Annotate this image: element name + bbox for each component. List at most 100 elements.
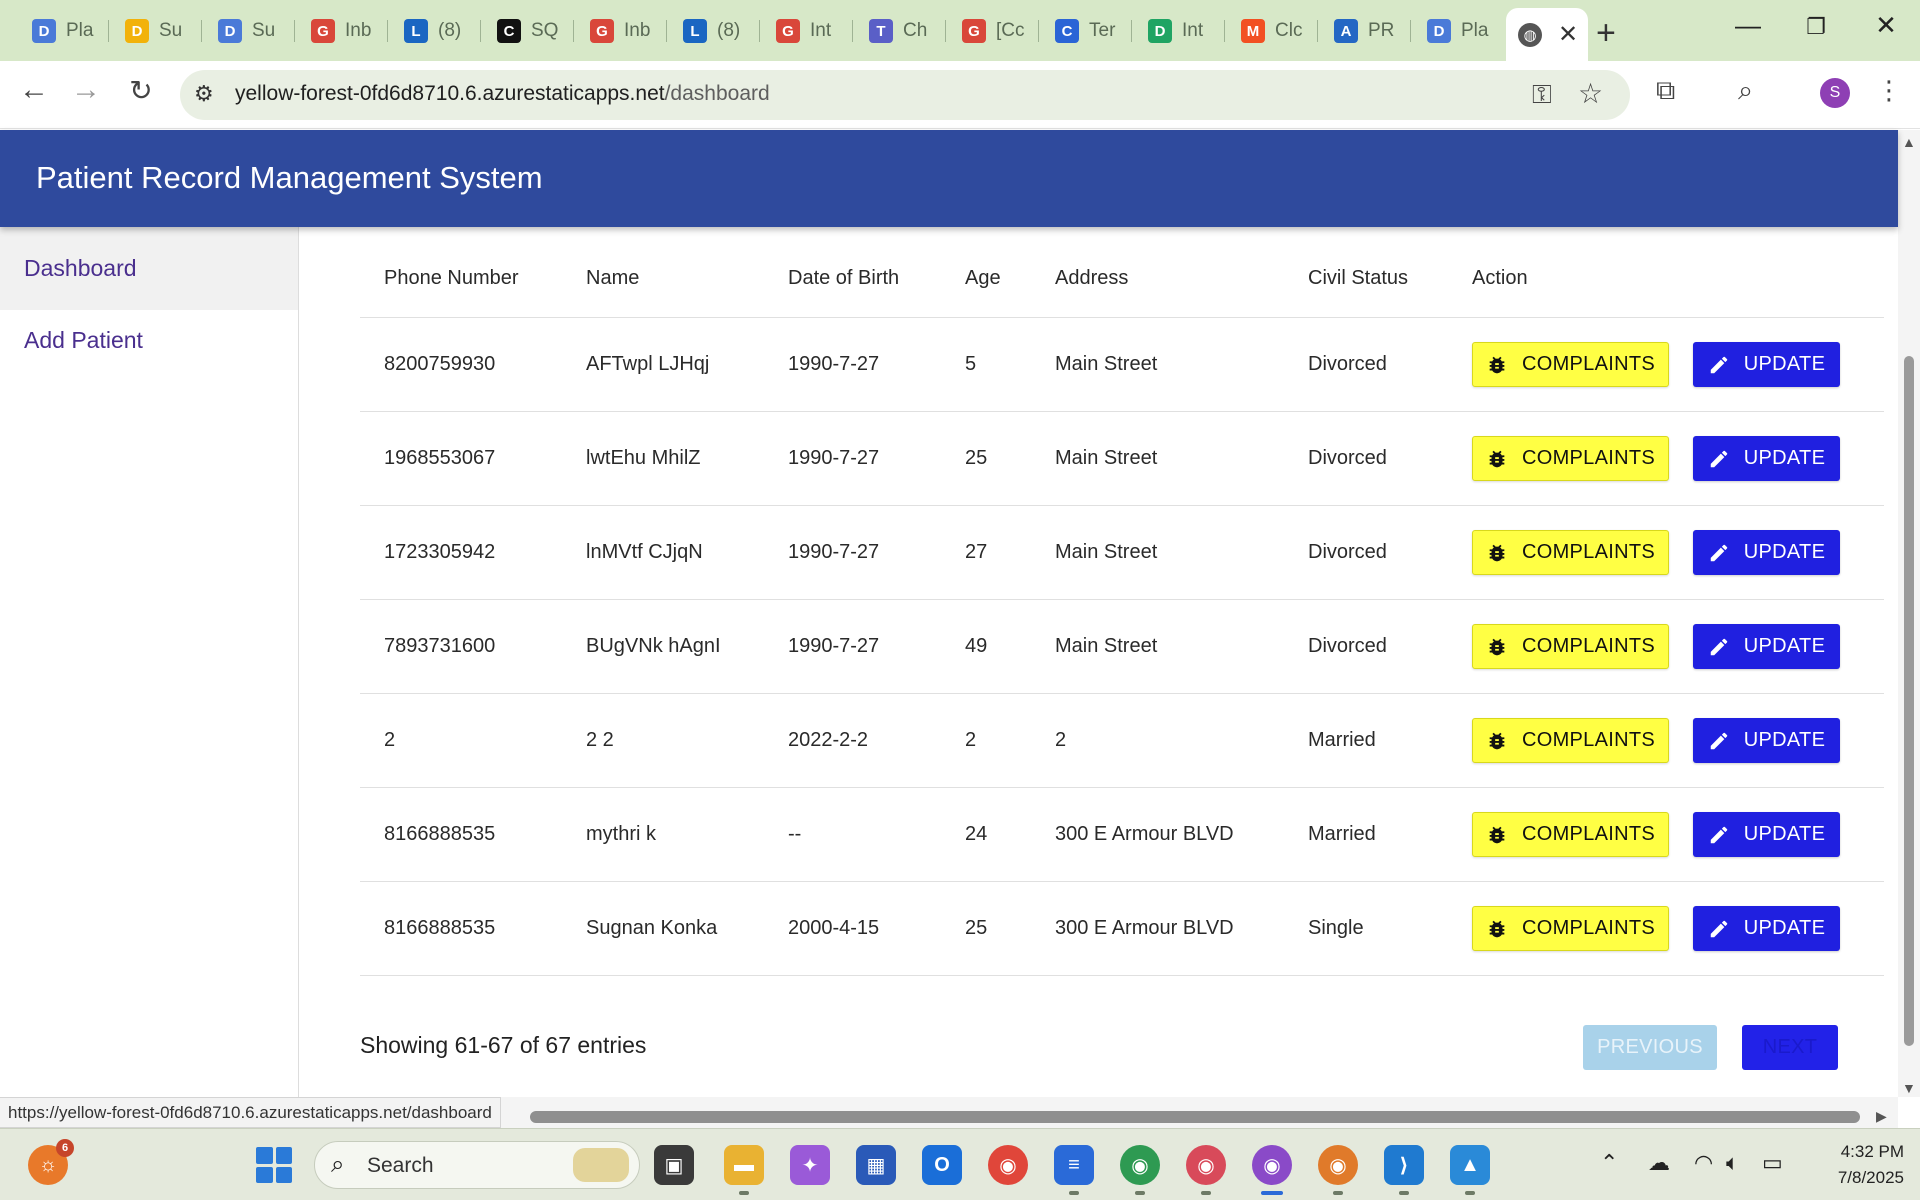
browser-tab[interactable]: D Int [1136, 10, 1220, 52]
vertical-scrollbar[interactable]: ▲ ▼ [1898, 130, 1920, 1097]
close-window-icon[interactable]: ✕ [1866, 10, 1906, 41]
browser-tab[interactable]: T Ch [857, 10, 941, 52]
sidebar-item-dashboard[interactable]: Dashboard [0, 227, 298, 310]
browser-tab[interactable]: D Pla [20, 10, 104, 52]
taskbar-clock[interactable]: 4:32 PM 7/8/2025 [1818, 1139, 1904, 1191]
horizontal-scroll-thumb[interactable] [530, 1111, 1860, 1123]
browser-tab[interactable]: D Su [113, 10, 197, 52]
browser-tab[interactable]: G Inb [299, 10, 383, 52]
new-tab-icon[interactable]: + [1596, 14, 1616, 53]
tab-active[interactable]: ◍ ✕ [1506, 8, 1588, 61]
tab-separator [201, 20, 202, 42]
chrome-profile-icon[interactable]: ◉ [1120, 1145, 1160, 1185]
browser-tab[interactable]: L (8) [392, 10, 476, 52]
browser-tab-title: SQ [531, 20, 559, 41]
scroll-right-icon[interactable]: ▶ [1876, 1108, 1887, 1125]
chatgpt-icon: C [497, 19, 521, 43]
browser-tab[interactable]: G [Cc [950, 10, 1034, 52]
complaints-button[interactable]: COMPLAINTS [1472, 530, 1669, 575]
store-icon[interactable]: ▦ [856, 1145, 896, 1185]
browser-tab[interactable]: D Pla [1415, 10, 1499, 52]
taskbar-search[interactable]: ⌕ Search [314, 1141, 640, 1189]
entries-summary: Showing 61-67 of 67 entries [360, 1032, 647, 1058]
complaints-button[interactable]: COMPLAINTS [1472, 812, 1669, 857]
site-settings-icon[interactable]: ⚙ [194, 81, 214, 107]
browser-tab[interactable]: M Clc [1229, 10, 1313, 52]
photos-icon[interactable]: ▲ [1450, 1145, 1490, 1185]
pencil-icon [1708, 730, 1730, 752]
wifi-icon[interactable]: ◠ [1694, 1150, 1713, 1176]
address-bar[interactable]: ⚙ yellow-forest-0fd6d8710.6.azurestatica… [180, 70, 1630, 120]
update-button[interactable]: UPDATE [1693, 718, 1840, 763]
cell-dob: 1990-7-27 [788, 541, 880, 563]
weather-icon[interactable]: ☼ 6 [28, 1139, 74, 1185]
vertical-scroll-thumb[interactable] [1904, 356, 1914, 1046]
notepad-icon[interactable]: ≡ [1054, 1145, 1094, 1185]
cell-phone: 1723305942 [384, 541, 496, 563]
tab-search-icon[interactable]: ⌕ [1738, 75, 1753, 107]
pencil-icon [1708, 918, 1730, 940]
complaints-button[interactable]: COMPLAINTS [1472, 718, 1669, 763]
scroll-up-icon[interactable]: ▲ [1902, 134, 1916, 150]
browser-tab-title: PR [1368, 20, 1395, 41]
profile-avatar[interactable]: S [1820, 78, 1850, 108]
scroll-down-icon[interactable]: ▼ [1902, 1080, 1916, 1096]
back-icon[interactable]: ← [14, 73, 54, 107]
tray-chevron-icon[interactable]: ⌃ [1600, 1150, 1618, 1176]
file-explorer-icon[interactable]: ▬ [724, 1145, 764, 1185]
battery-icon[interactable]: ▭ [1762, 1150, 1783, 1176]
complaints-button[interactable]: COMPLAINTS [1472, 342, 1669, 387]
cell-age: 49 [965, 635, 988, 657]
update-button[interactable]: UPDATE [1693, 436, 1840, 481]
tab-separator [852, 20, 853, 42]
extensions-icon[interactable]: ⧉ [1656, 75, 1675, 107]
reload-icon[interactable]: ↻ [121, 74, 161, 107]
chrome-profile-icon[interactable]: ◉ [1186, 1145, 1226, 1185]
copilot-icon[interactable]: ✦ [790, 1145, 830, 1185]
restore-icon[interactable]: ❐ [1796, 14, 1836, 40]
page-title: Patient Record Management System [36, 160, 543, 195]
vscode-icon[interactable]: ⟩ [1384, 1145, 1424, 1185]
chrome-icon[interactable]: ◉ [988, 1145, 1028, 1185]
complaints-label: COMPLAINTS [1521, 353, 1656, 375]
browser-tab[interactable]: C Ter [1043, 10, 1127, 52]
cell-address: 2 [1055, 729, 1067, 751]
update-button[interactable]: UPDATE [1693, 530, 1840, 575]
update-button[interactable]: UPDATE [1693, 342, 1840, 387]
minimize-icon[interactable]: — [1728, 10, 1768, 41]
bookmark-star-icon[interactable]: ☆ [1578, 77, 1603, 110]
forward-icon[interactable]: → [66, 73, 106, 107]
menu-kebab-icon[interactable]: ⋮ [1876, 75, 1902, 106]
onedrive-icon[interactable]: ☁ [1648, 1150, 1670, 1176]
browser-tab[interactable]: L (8) [671, 10, 755, 52]
update-button[interactable]: UPDATE [1693, 906, 1840, 951]
complaints-button[interactable]: COMPLAINTS [1472, 906, 1669, 951]
browser-tab[interactable]: A PR [1322, 10, 1406, 52]
cell-phone: 8166888535 [384, 823, 496, 845]
task-view-icon[interactable]: ▣ [654, 1145, 694, 1185]
chrome-profile-icon[interactable]: ◉ [1318, 1145, 1358, 1185]
sidebar-item-add-patient[interactable]: Add Patient [0, 299, 298, 382]
cell-dob: 1990-7-27 [788, 635, 880, 657]
complaints-label: COMPLAINTS [1521, 823, 1656, 845]
next-button[interactable]: NEXT [1742, 1025, 1838, 1070]
previous-button[interactable]: PREVIOUS [1583, 1025, 1717, 1070]
update-button[interactable]: UPDATE [1693, 812, 1840, 857]
start-button[interactable] [256, 1147, 292, 1183]
clock-date: 7/8/2025 [1837, 1168, 1904, 1187]
volume-icon[interactable]: 🔈︎ [1726, 1150, 1739, 1176]
close-tab-icon[interactable]: ✕ [1558, 20, 1578, 49]
complaints-button[interactable]: COMPLAINTS [1472, 624, 1669, 669]
browser-toolbar: ← → ↻ ⚙ yellow-forest-0fd6d8710.6.azures… [0, 61, 1920, 129]
browser-tab[interactable]: G Inb [578, 10, 662, 52]
running-indicator [1465, 1191, 1475, 1195]
browser-tab[interactable]: C SQ [485, 10, 569, 52]
outlook-icon[interactable]: O [922, 1145, 962, 1185]
password-key-icon[interactable]: ⚿ [1532, 79, 1552, 111]
update-button[interactable]: UPDATE [1693, 624, 1840, 669]
chrome-profile-active-icon[interactable]: ◉ [1252, 1145, 1292, 1185]
url-text[interactable]: yellow-forest-0fd6d8710.6.azurestaticapp… [235, 82, 770, 106]
complaints-button[interactable]: COMPLAINTS [1472, 436, 1669, 481]
browser-tab[interactable]: D Su [206, 10, 290, 52]
browser-tab[interactable]: G Int [764, 10, 848, 52]
